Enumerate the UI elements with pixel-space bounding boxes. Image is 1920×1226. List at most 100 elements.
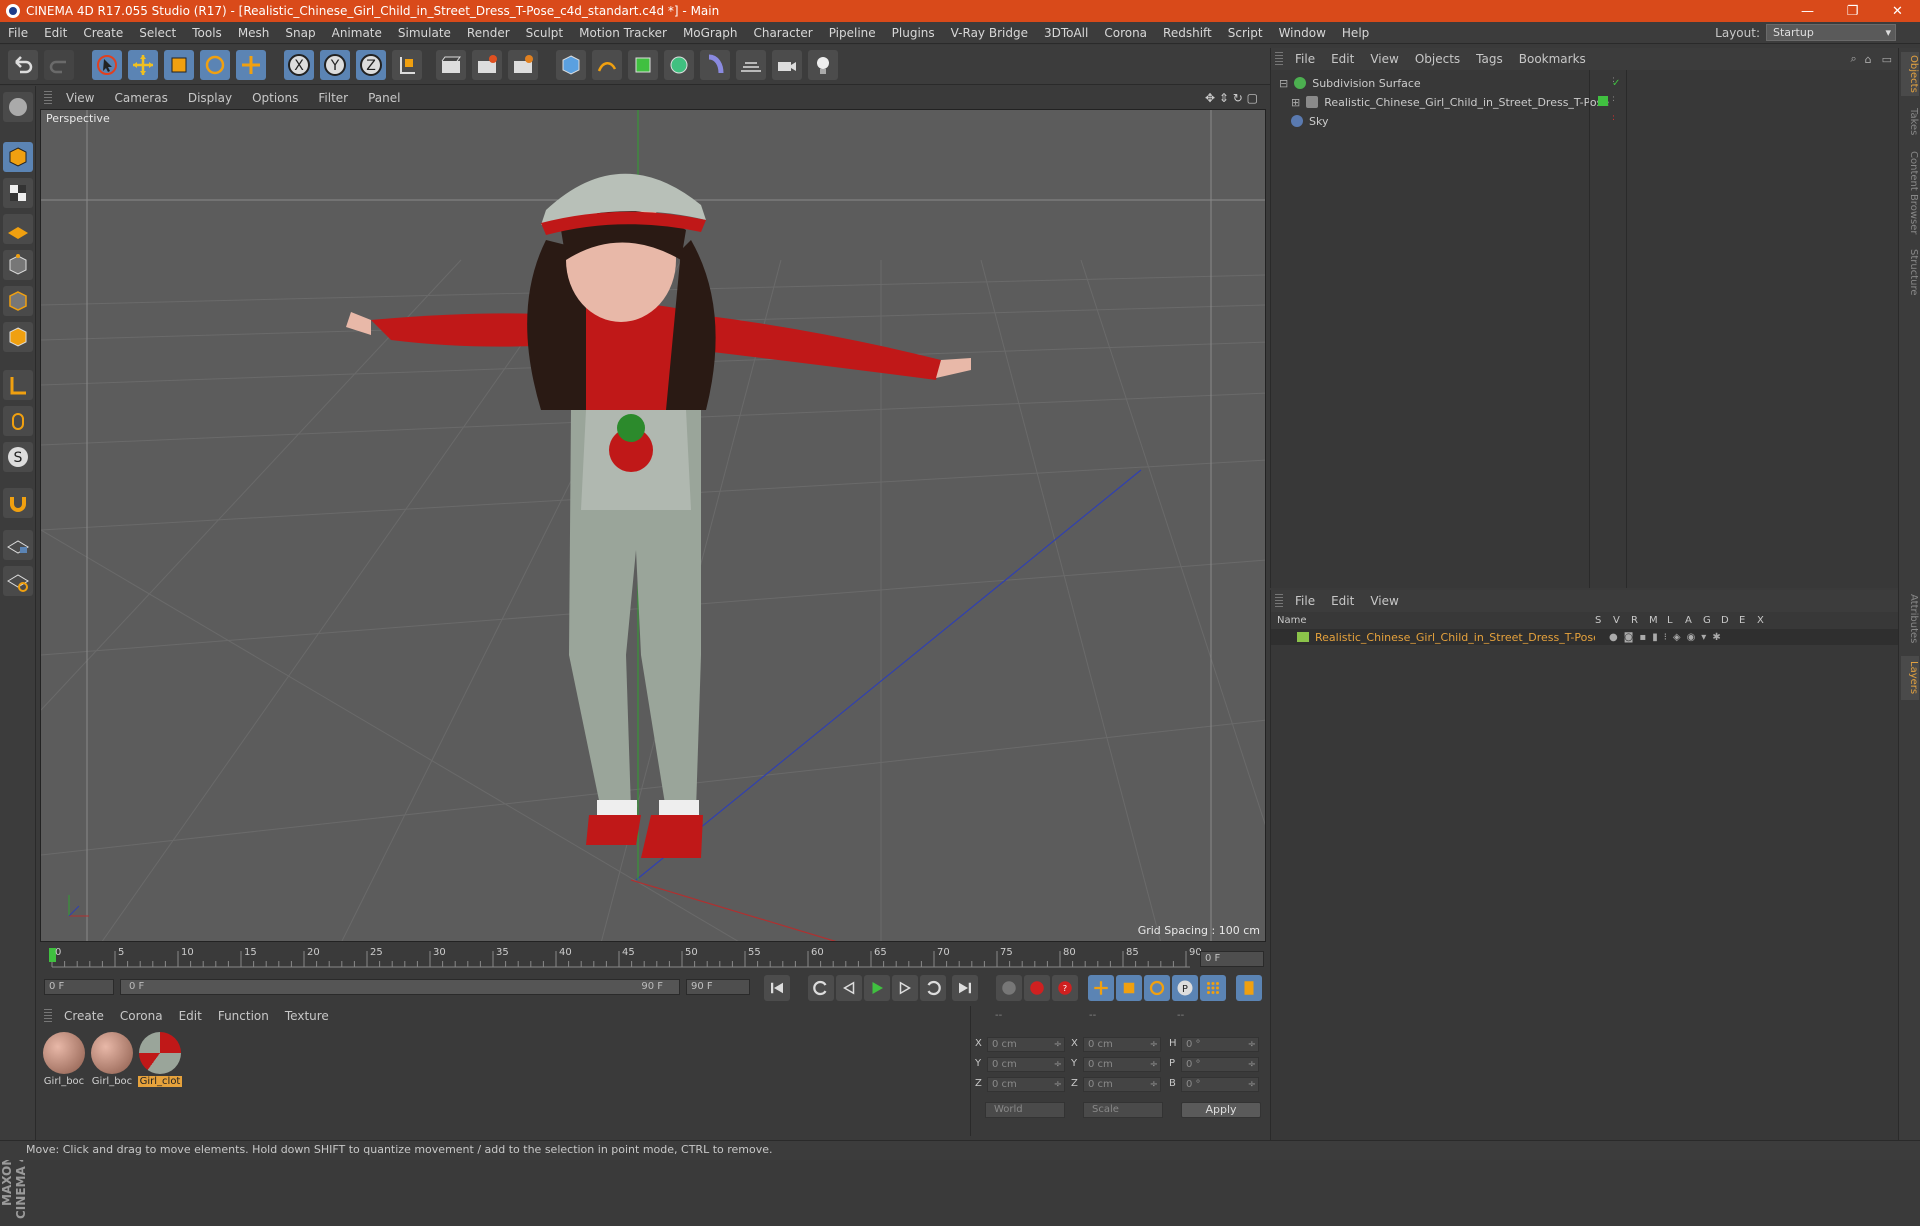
- visibility-dots-icon[interactable]: :: [1612, 75, 1615, 85]
- menu-simulate[interactable]: Simulate: [390, 26, 459, 40]
- expand-toggle-icon[interactable]: ⊞: [1291, 96, 1300, 109]
- material-menu-corona[interactable]: Corona: [112, 1009, 171, 1023]
- close-button[interactable]: ✕: [1875, 4, 1920, 19]
- menu-character[interactable]: Character: [745, 26, 820, 40]
- object-row[interactable]: ⊟ Subdivision Surface: [1279, 74, 1421, 92]
- key-parameter-button[interactable]: P: [1172, 975, 1198, 1001]
- end-frame-field[interactable]: 90 F: [686, 979, 750, 995]
- menu-pipeline[interactable]: Pipeline: [821, 26, 884, 40]
- layer-flag-icons[interactable]: ●◙▪▮⁝◈◉▾✱: [1595, 632, 1727, 643]
- next-key-button[interactable]: [920, 975, 946, 1001]
- layer-color-swatch[interactable]: [1598, 96, 1608, 106]
- coordinate-system-button[interactable]: [392, 50, 422, 80]
- timeline-window-button[interactable]: [1236, 975, 1262, 1001]
- restore-button[interactable]: ❐: [1830, 4, 1875, 19]
- viewport-menu-display[interactable]: Display: [178, 91, 242, 105]
- enable-axis-button[interactable]: [3, 370, 33, 400]
- menu-mesh[interactable]: Mesh: [230, 26, 278, 40]
- position-z-field[interactable]: 0 cm: [987, 1077, 1065, 1092]
- points-mode-button[interactable]: [3, 250, 33, 280]
- menu-redshift[interactable]: Redshift: [1155, 26, 1220, 40]
- motion-record-button[interactable]: [996, 975, 1022, 1001]
- live-selection-button[interactable]: [92, 50, 122, 80]
- layer-color-swatch[interactable]: [1297, 632, 1309, 642]
- material-swatch[interactable]: Girl_boc: [90, 1032, 134, 1092]
- polygons-mode-button[interactable]: [3, 322, 33, 352]
- undo-button[interactable]: [8, 50, 38, 80]
- tab-structure[interactable]: Structure: [1901, 244, 1919, 300]
- material-swatch-selected[interactable]: Girl_clot: [138, 1032, 182, 1092]
- key-position-button[interactable]: [1088, 975, 1114, 1001]
- redo-button[interactable]: [44, 50, 74, 80]
- layer-menu-view[interactable]: View: [1362, 594, 1406, 608]
- material-menu-create[interactable]: Create: [56, 1009, 112, 1023]
- add-floor-button[interactable]: [736, 50, 766, 80]
- recent-tool-button[interactable]: [236, 50, 266, 80]
- minimize-button[interactable]: —: [1785, 4, 1830, 19]
- menu-snap[interactable]: Snap: [277, 26, 323, 40]
- render-settings-button[interactable]: [508, 50, 538, 80]
- add-deformer-button[interactable]: [700, 50, 730, 80]
- next-frame-button[interactable]: [892, 975, 918, 1001]
- tab-content-browser[interactable]: Content Browser: [1901, 148, 1919, 238]
- move-tool-button[interactable]: [128, 50, 158, 80]
- object-row[interactable]: Sky: [1291, 112, 1328, 130]
- start-frame-field[interactable]: 0 F: [44, 979, 114, 995]
- object-menu-file[interactable]: File: [1287, 52, 1323, 66]
- viewport-menu-cameras[interactable]: Cameras: [104, 91, 177, 105]
- scale-tool-button[interactable]: [164, 50, 194, 80]
- object-menu-objects[interactable]: Objects: [1407, 52, 1468, 66]
- layer-row[interactable]: Realistic_Chinese_Girl_Child_in_Street_D…: [1271, 629, 1899, 645]
- menu-sculpt[interactable]: Sculpt: [518, 26, 571, 40]
- menu-mograph[interactable]: MoGraph: [675, 26, 746, 40]
- previous-key-button[interactable]: [808, 975, 834, 1001]
- apply-button[interactable]: Apply: [1181, 1102, 1261, 1118]
- solo-mode-button[interactable]: S: [3, 442, 33, 472]
- girl-character-model[interactable]: [346, 173, 971, 858]
- tab-takes[interactable]: Takes: [1901, 104, 1919, 140]
- snap-button[interactable]: [3, 488, 33, 518]
- add-cube-button[interactable]: [556, 50, 586, 80]
- viewport-menu-panel[interactable]: Panel: [358, 91, 410, 105]
- position-x-field[interactable]: 0 cm: [987, 1037, 1065, 1052]
- key-pla-button[interactable]: [1200, 975, 1226, 1001]
- model-mode-button[interactable]: [3, 142, 33, 172]
- tab-objects[interactable]: Objects: [1901, 52, 1919, 96]
- add-spline-button[interactable]: [592, 50, 622, 80]
- x-axis-lock-button[interactable]: X: [284, 50, 314, 80]
- menu-render[interactable]: Render: [459, 26, 518, 40]
- home-icon[interactable]: ⌂: [1861, 53, 1876, 66]
- render-picture-viewer-button[interactable]: [472, 50, 502, 80]
- visibility-dots-icon[interactable]: :: [1612, 113, 1615, 123]
- menu-file[interactable]: File: [0, 26, 36, 40]
- render-view-button[interactable]: [436, 50, 466, 80]
- layer-menu-file[interactable]: File: [1287, 594, 1323, 608]
- z-axis-lock-button[interactable]: Z: [356, 50, 386, 80]
- menu-create[interactable]: Create: [75, 26, 131, 40]
- menu-help[interactable]: Help: [1334, 26, 1377, 40]
- menu-select[interactable]: Select: [131, 26, 184, 40]
- viewport-menu-view[interactable]: View: [56, 91, 104, 105]
- go-to-end-button[interactable]: [952, 975, 978, 1001]
- position-y-field[interactable]: 0 cm: [987, 1057, 1065, 1072]
- panel-options-icon[interactable]: ▭: [1876, 53, 1898, 66]
- size-y-field[interactable]: 0 cm: [1083, 1057, 1161, 1072]
- record-active-button[interactable]: [1024, 975, 1050, 1001]
- viewport-menu-options[interactable]: Options: [242, 91, 308, 105]
- object-menu-edit[interactable]: Edit: [1323, 52, 1362, 66]
- size-mode-dropdown[interactable]: Scale: [1083, 1102, 1163, 1118]
- viewport-menu-filter[interactable]: Filter: [308, 91, 358, 105]
- coordinate-space-dropdown[interactable]: World: [985, 1102, 1065, 1118]
- previous-frame-button[interactable]: [836, 975, 862, 1001]
- size-x-field[interactable]: 0 cm: [1083, 1037, 1161, 1052]
- rotation-p-field[interactable]: 0 °: [1181, 1057, 1259, 1072]
- menu-corona[interactable]: Corona: [1096, 26, 1155, 40]
- menu-edit[interactable]: Edit: [36, 26, 75, 40]
- material-menu-function[interactable]: Function: [210, 1009, 277, 1023]
- material-swatch[interactable]: Girl_boc: [42, 1032, 86, 1092]
- layout-dropdown[interactable]: Startup: [1766, 24, 1896, 41]
- tab-attributes[interactable]: Attributes: [1901, 588, 1919, 650]
- current-frame-field[interactable]: 0 F: [1200, 951, 1264, 967]
- menu-plugins[interactable]: Plugins: [884, 26, 943, 40]
- add-light-button[interactable]: [808, 50, 838, 80]
